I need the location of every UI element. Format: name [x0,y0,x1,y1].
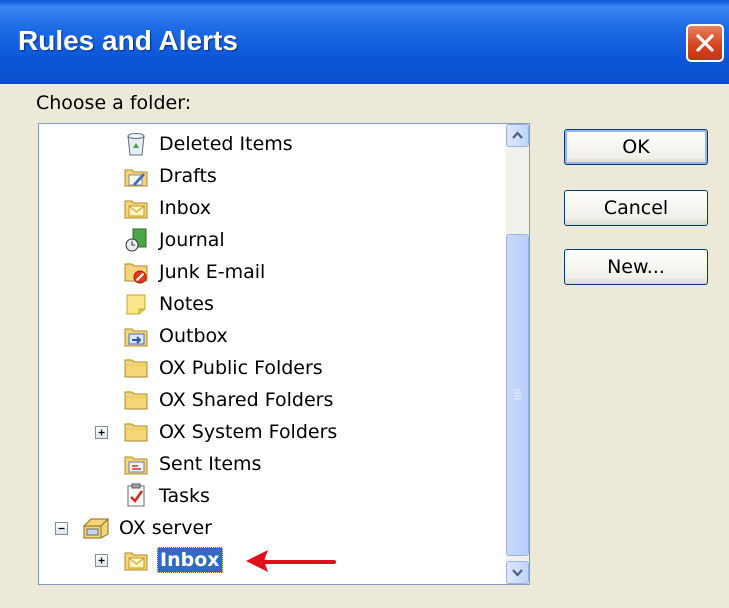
chevron-down-icon [512,569,523,577]
folder-icon [121,353,151,383]
tree-item-drafts[interactable]: Drafts [121,161,219,191]
expand-inbox-button[interactable] [95,554,108,567]
rules-and-alerts-dialog: Rules and Alerts Choose a folder: Delete… [0,0,729,608]
new-folder-button[interactable]: New... [564,249,708,285]
mailbox-icon [81,513,111,543]
tree-item-inbox[interactable]: Inbox [121,193,213,223]
tree-item-ox-system-folders[interactable]: OX System Folders [121,417,339,447]
plus-icon [98,429,105,436]
journal-icon [121,225,151,255]
tree-item-label: OX Shared Folders [159,389,334,411]
tree-item-junk-email[interactable]: Junk E-mail [121,257,267,287]
collapse-ox-server-button[interactable] [55,522,68,535]
tree-item-label: Tasks [159,485,210,507]
title-bar[interactable]: Rules and Alerts [0,0,729,84]
tree-item-ox-shared-folders[interactable]: OX Shared Folders [121,385,335,415]
choose-folder-label: Choose a folder: [36,92,192,114]
tree-item-sent-items[interactable]: Sent Items [121,449,263,479]
outbox-icon [121,321,151,351]
inbox-icon [121,545,151,575]
grip-icon [514,389,521,400]
tree-item-label: Junk E-mail [159,261,266,283]
drafts-icon [121,161,151,191]
cancel-button[interactable]: Cancel [564,190,708,226]
sent-items-icon [121,449,151,479]
expand-ox-system-folders-button[interactable] [95,426,108,439]
scroll-up-button[interactable] [506,124,529,147]
scroll-down-button[interactable] [506,561,529,584]
close-icon [696,34,714,52]
tree-item-label: OX System Folders [159,421,338,443]
tree-item-label: Deleted Items [159,133,293,155]
tree-item-label-selected: Inbox [157,547,223,573]
tree-item-label: OX Public Folders [159,357,323,379]
tree-item-ox-server[interactable]: OX server [81,513,214,543]
minus-icon [58,527,65,530]
tree-item-label: Sent Items [159,453,262,475]
tree-item-notes[interactable]: Notes [121,289,216,319]
junk-email-icon [121,257,151,287]
scroll-thumb[interactable] [506,234,529,556]
close-button[interactable] [686,24,724,62]
tree-item-label: OX server [119,517,212,539]
tree-item-label: Journal [159,229,225,251]
red-arrow-icon [246,550,336,572]
tree-item-label: Notes [159,293,214,315]
chevron-up-icon [512,131,523,139]
notes-icon [121,289,151,319]
tree-item-ox-public-folders[interactable]: OX Public Folders [121,353,325,383]
tree-item-outbox[interactable]: Outbox [121,321,230,351]
tree-item-deleted-items[interactable]: Deleted Items [121,129,295,159]
folder-icon [121,417,151,447]
window-title: Rules and Alerts [18,25,238,56]
tree-item-tasks[interactable]: Tasks [121,481,212,511]
vertical-scrollbar[interactable] [506,124,529,584]
deleted-items-icon [121,129,151,159]
inbox-icon [121,193,151,223]
tree-item-label: Outbox [159,325,228,347]
tree-item-journal[interactable]: Journal [121,225,227,255]
tree-item-ox-server-inbox[interactable]: Inbox [121,545,223,575]
ok-button[interactable]: OK [564,129,708,165]
tree-item-label: Inbox [159,197,211,219]
folder-icon [121,385,151,415]
tasks-icon [121,481,151,511]
tree-item-label: Drafts [159,165,217,187]
folder-tree[interactable]: Deleted Items Drafts Inbox Journal Junk [38,123,530,585]
plus-icon [98,557,105,564]
